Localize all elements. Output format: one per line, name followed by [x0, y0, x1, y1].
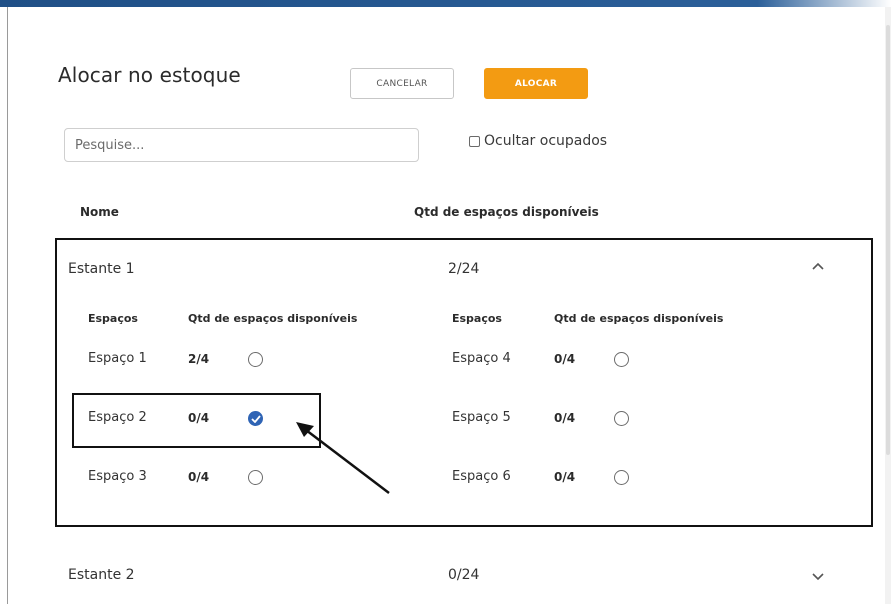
space-name: Espaço 6 [452, 469, 511, 484]
shelf-qty: 0/24 [448, 567, 480, 583]
space-qty: 0/4 [554, 352, 576, 366]
shelf-name[interactable]: Estante 1 [68, 261, 135, 277]
sub-header-spaces: Espaços [452, 312, 502, 325]
chevron-up-icon[interactable] [810, 258, 826, 274]
space-qty: 0/4 [188, 411, 210, 425]
arrow-icon [296, 422, 390, 494]
space-qty: 2/4 [188, 352, 210, 366]
search-input[interactable] [64, 128, 419, 162]
space-radio-selected[interactable] [248, 411, 263, 426]
column-header-name: Nome [80, 205, 119, 219]
space-radio[interactable] [248, 352, 263, 367]
space-name: Espaço 5 [452, 410, 511, 425]
page-title: Alocar no estoque [58, 63, 241, 87]
checkbox-box[interactable] [469, 135, 480, 147]
hide-occupied-label: Ocultar ocupados [484, 133, 608, 149]
sub-header-qty: Qtd de espaços disponíveis [554, 312, 724, 325]
column-header-qty: Qtd de espaços disponíveis [414, 205, 599, 219]
window-top-bar [0, 0, 891, 7]
space-radio[interactable] [248, 470, 263, 485]
hide-occupied-checkbox[interactable]: Ocultar ocupados [469, 133, 607, 149]
space-radio[interactable] [614, 352, 629, 367]
space-radio[interactable] [614, 411, 629, 426]
shelf-qty: 2/24 [448, 261, 480, 277]
space-qty: 0/4 [554, 411, 576, 425]
space-name: Espaço 2 [88, 410, 147, 425]
space-qty: 0/4 [554, 470, 576, 484]
shelf-name[interactable]: Estante 2 [68, 567, 135, 583]
space-name: Espaço 3 [88, 469, 147, 484]
check-icon [250, 414, 261, 423]
sub-header-spaces: Espaços [88, 312, 138, 325]
chevron-down-icon[interactable] [810, 569, 826, 585]
scrollbar-thumb[interactable] [886, 25, 890, 455]
space-name: Espaço 1 [88, 351, 147, 366]
space-name: Espaço 4 [452, 351, 511, 366]
space-qty: 0/4 [188, 470, 210, 484]
cancel-button[interactable]: CANCELAR [350, 68, 454, 99]
scrollbar[interactable] [885, 7, 891, 604]
alocar-button[interactable]: ALOCAR [484, 68, 588, 99]
space-radio[interactable] [614, 470, 629, 485]
sub-header-qty: Qtd de espaços disponíveis [188, 312, 358, 325]
window-left-border [7, 7, 8, 604]
